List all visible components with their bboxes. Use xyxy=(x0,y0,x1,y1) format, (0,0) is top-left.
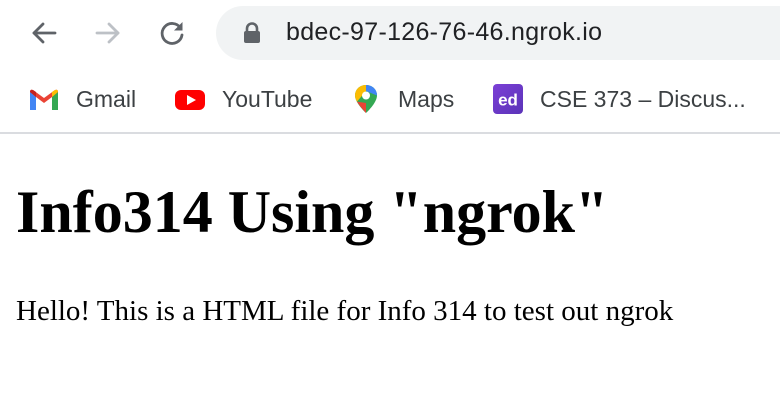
arrow-right-icon xyxy=(95,22,120,44)
bookmark-label: YouTube xyxy=(222,85,313,112)
bookmark-maps[interactable]: Maps xyxy=(350,80,454,118)
youtube-icon xyxy=(174,83,206,115)
svg-text:ed: ed xyxy=(498,91,518,110)
page-paragraph: Hello! This is a HTML file for Info 314 … xyxy=(16,295,674,327)
arrow-left-icon xyxy=(32,22,57,44)
lock-icon[interactable] xyxy=(242,22,262,44)
back-button[interactable] xyxy=(24,13,64,53)
address-bar[interactable]: bdec-97-126-76-46.ngrok.io xyxy=(216,6,780,60)
ed-icon: ed xyxy=(492,83,524,115)
bookmark-label: CSE 373 – Discus... xyxy=(540,85,746,112)
gmail-icon xyxy=(28,83,60,115)
bookmarks-bar: Gmail YouTube Maps ed CSE 373 – Discus..… xyxy=(0,66,780,134)
bookmark-label: Gmail xyxy=(76,85,137,112)
reload-button[interactable] xyxy=(152,13,192,53)
browser-toolbar: bdec-97-126-76-46.ngrok.io xyxy=(0,0,780,66)
page-heading: Info314 Using "ngrok" xyxy=(16,179,609,245)
reload-icon xyxy=(160,22,184,45)
url-text[interactable]: bdec-97-126-76-46.ngrok.io xyxy=(286,18,602,47)
bookmark-label: Maps xyxy=(398,85,455,112)
bookmark-youtube[interactable]: YouTube xyxy=(174,80,312,118)
page-content: Info314 Using "ngrok" Hello! This is a H… xyxy=(0,134,780,418)
bookmark-gmail[interactable]: Gmail xyxy=(28,80,136,118)
maps-icon xyxy=(350,83,382,115)
forward-button[interactable] xyxy=(88,13,128,53)
bookmark-cse-373[interactable]: ed CSE 373 – Discus... xyxy=(492,80,746,118)
